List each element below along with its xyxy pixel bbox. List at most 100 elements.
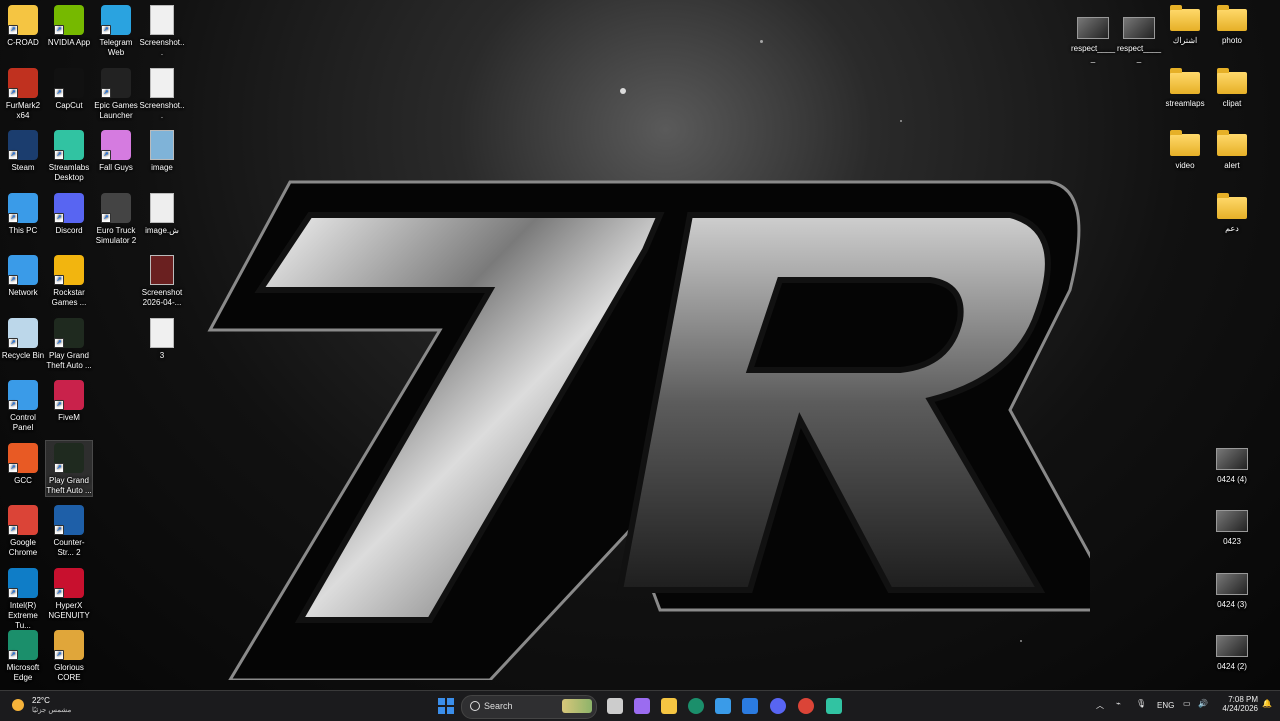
desktop-icon-label: 0424 (4) xyxy=(1217,475,1247,484)
desktop-icon[interactable]: ↗ Network xyxy=(0,253,46,298)
desktop-icon[interactable]: ↗ Microsoft Edge xyxy=(0,628,46,683)
desktop-icon[interactable]: Screenshot... xyxy=(139,66,185,121)
display-tray-icon[interactable]: ▭ xyxy=(1183,699,1191,708)
shortcut-arrow-icon: ↗ xyxy=(54,525,64,535)
desktop-icon[interactable]: ↗ FiveM xyxy=(46,378,92,423)
intel-xtu-icon: ↗ xyxy=(8,567,38,598)
desktop-icon[interactable]: Screenshot... xyxy=(139,3,185,58)
desktop-icon-label: Steam xyxy=(11,163,35,172)
desktop-icon[interactable]: streamlaps xyxy=(1162,66,1208,109)
desktop-icon[interactable]: ↗ Glorious CORE xyxy=(46,628,92,683)
tray-overflow-icon[interactable]: ︿ xyxy=(1096,700,1104,711)
desktop-icon-label: Streamlabs Desktop xyxy=(48,163,90,182)
streamlabs-button[interactable] xyxy=(824,696,844,716)
rockstar-icon: ↗ xyxy=(54,255,84,285)
desktop-icon[interactable]: photo xyxy=(1209,3,1255,46)
desktop-icon[interactable]: alert xyxy=(1209,128,1255,171)
folder-icon xyxy=(1170,5,1200,31)
chrome-button[interactable] xyxy=(796,696,816,716)
wallpaper-star xyxy=(760,40,763,43)
desktop-icon[interactable]: image.ش xyxy=(139,191,185,236)
desktop-icon-label: Screenshot... xyxy=(139,100,185,120)
control-panel-icon: ↗ xyxy=(8,380,38,410)
volume-tray-icon[interactable]: 🔊 xyxy=(1198,699,1208,708)
search-highlight-icon xyxy=(562,699,592,713)
desktop-icon[interactable]: ↗ Google Chrome xyxy=(0,503,46,558)
gta-v-icon: ↗ xyxy=(54,442,84,473)
desktop-icon[interactable]: 0423 xyxy=(1209,503,1255,547)
copilot-button[interactable] xyxy=(632,696,652,716)
desktop-icon[interactable]: image xyxy=(139,128,185,173)
desktop-icon[interactable]: ↗ Streamlabs Desktop xyxy=(46,128,92,183)
mail-button[interactable] xyxy=(740,696,760,716)
desktop-icon[interactable]: ↗ This PC xyxy=(0,191,46,236)
mail-icon xyxy=(742,698,758,714)
desktop-icon[interactable]: video xyxy=(1162,128,1208,171)
desktop-icon-label: alert xyxy=(1224,161,1240,170)
search-box[interactable]: Search xyxy=(461,695,597,719)
desktop-icon[interactable]: respect_____ xyxy=(1116,10,1162,64)
desktop-icon[interactable]: ↗ Discord xyxy=(46,191,92,236)
desktop-icon[interactable]: ↗ Recycle Bin xyxy=(0,316,46,361)
desktop-icon-label: 3 xyxy=(159,350,165,360)
task-view-button[interactable] xyxy=(605,696,625,716)
wallpaper-star xyxy=(620,88,626,94)
desktop-icon[interactable]: ↗ Rockstar Games ... xyxy=(46,253,92,308)
desktop-icon[interactable]: clipat xyxy=(1209,66,1255,109)
desktop-icon-label: دعم xyxy=(1225,224,1239,233)
desktop-icon[interactable]: ↗ HyperX NGENUITY xyxy=(46,566,92,621)
desktop-icon[interactable]: ↗ FurMark2 x64 xyxy=(0,66,46,121)
desktop-icon[interactable]: ↗ Play Grand Theft Auto ... xyxy=(46,316,92,371)
desktop-icon[interactable]: ↗ NVIDIA App xyxy=(46,3,92,48)
desktop-icon[interactable]: ↗ Steam xyxy=(0,128,46,173)
desktop-icon[interactable]: دعم xyxy=(1209,191,1255,234)
telegram-icon: ↗ xyxy=(101,5,131,35)
desktop-icon[interactable]: 0424 (3) xyxy=(1209,566,1255,610)
search-placeholder: Search xyxy=(484,701,513,711)
shortcut-arrow-icon: ↗ xyxy=(54,650,64,660)
mic-tray-icon[interactable]: 🎙 xyxy=(1136,699,1146,708)
desktop-icon[interactable]: ↗ Euro Truck Simulator 2 xyxy=(93,191,139,246)
desktop-icon[interactable]: ↗ Epic Games Launcher xyxy=(93,66,139,121)
desktop-icon-label: image.ش xyxy=(145,225,179,235)
desktop-icon[interactable]: respect_____ xyxy=(1070,10,1116,64)
desktop-icon[interactable]: ↗ Control Panel xyxy=(0,378,46,433)
desktop-icon[interactable]: ↗ C-ROAD xyxy=(0,3,46,48)
desktop-icon-label: Screenshot 2026-04-... xyxy=(141,288,183,307)
nvidia-icon: ↗ xyxy=(54,5,84,35)
desktop-icon-label: 0424 (2) xyxy=(1217,662,1247,671)
desktop-icon[interactable]: ↗ Play Grand Theft Auto ... xyxy=(45,439,93,497)
edge-button[interactable] xyxy=(686,696,706,716)
desktop-icon-label: Google Chrome xyxy=(8,538,38,557)
desktop-icon[interactable]: 0424 (4) xyxy=(1209,441,1255,485)
desktop-icon[interactable]: ↗ Counter-Str... 2 xyxy=(46,503,92,558)
shortcut-arrow-icon: ↗ xyxy=(8,587,18,598)
file-explorer-button[interactable] xyxy=(659,696,679,716)
store-button[interactable] xyxy=(713,696,733,716)
fall-guys-icon: ↗ xyxy=(101,130,131,160)
desktop-icon[interactable]: Screenshot 2026-04-... xyxy=(139,253,185,308)
weather-widget[interactable]: 22°C مشمس جزئيًا xyxy=(8,695,78,717)
folder-icon xyxy=(1217,5,1247,31)
streamlabs-icon: ↗ xyxy=(54,130,84,160)
notification-bell-icon[interactable]: 🔔 xyxy=(1262,699,1272,708)
language-indicator[interactable]: ENG xyxy=(1157,701,1174,710)
desktop-icon-label: This PC xyxy=(8,225,38,235)
desktop-icon[interactable]: 3 xyxy=(139,316,185,361)
desktop-icon[interactable]: ↗ Fall Guys xyxy=(93,128,139,173)
desktop-icon[interactable]: ↗ CapCut xyxy=(46,66,92,111)
network-tray-icon[interactable]: ⌁ xyxy=(1116,699,1121,708)
start-button[interactable] xyxy=(436,696,456,716)
weather-temp: 22°C xyxy=(32,696,50,705)
desktop-icon[interactable]: ↗ Intel(R) Extreme Tu... xyxy=(0,566,46,631)
desktop-icon[interactable]: ↗ GCC xyxy=(0,441,46,486)
desktop-icon[interactable]: اشتراك xyxy=(1162,3,1208,46)
screenshot-file-icon xyxy=(150,67,174,98)
discord-button[interactable] xyxy=(768,696,788,716)
desktop-icon-label: Glorious CORE xyxy=(54,663,84,682)
desktop-icon[interactable]: 0424 (2) xyxy=(1209,628,1255,672)
clock[interactable]: 7:08 PM 4/24/2026 xyxy=(1212,695,1258,713)
desktop-icon-label: 0424 (3) xyxy=(1217,600,1247,609)
recycle-bin-icon: ↗ xyxy=(8,317,38,348)
desktop-icon[interactable]: ↗ Telegram Web xyxy=(93,3,139,58)
